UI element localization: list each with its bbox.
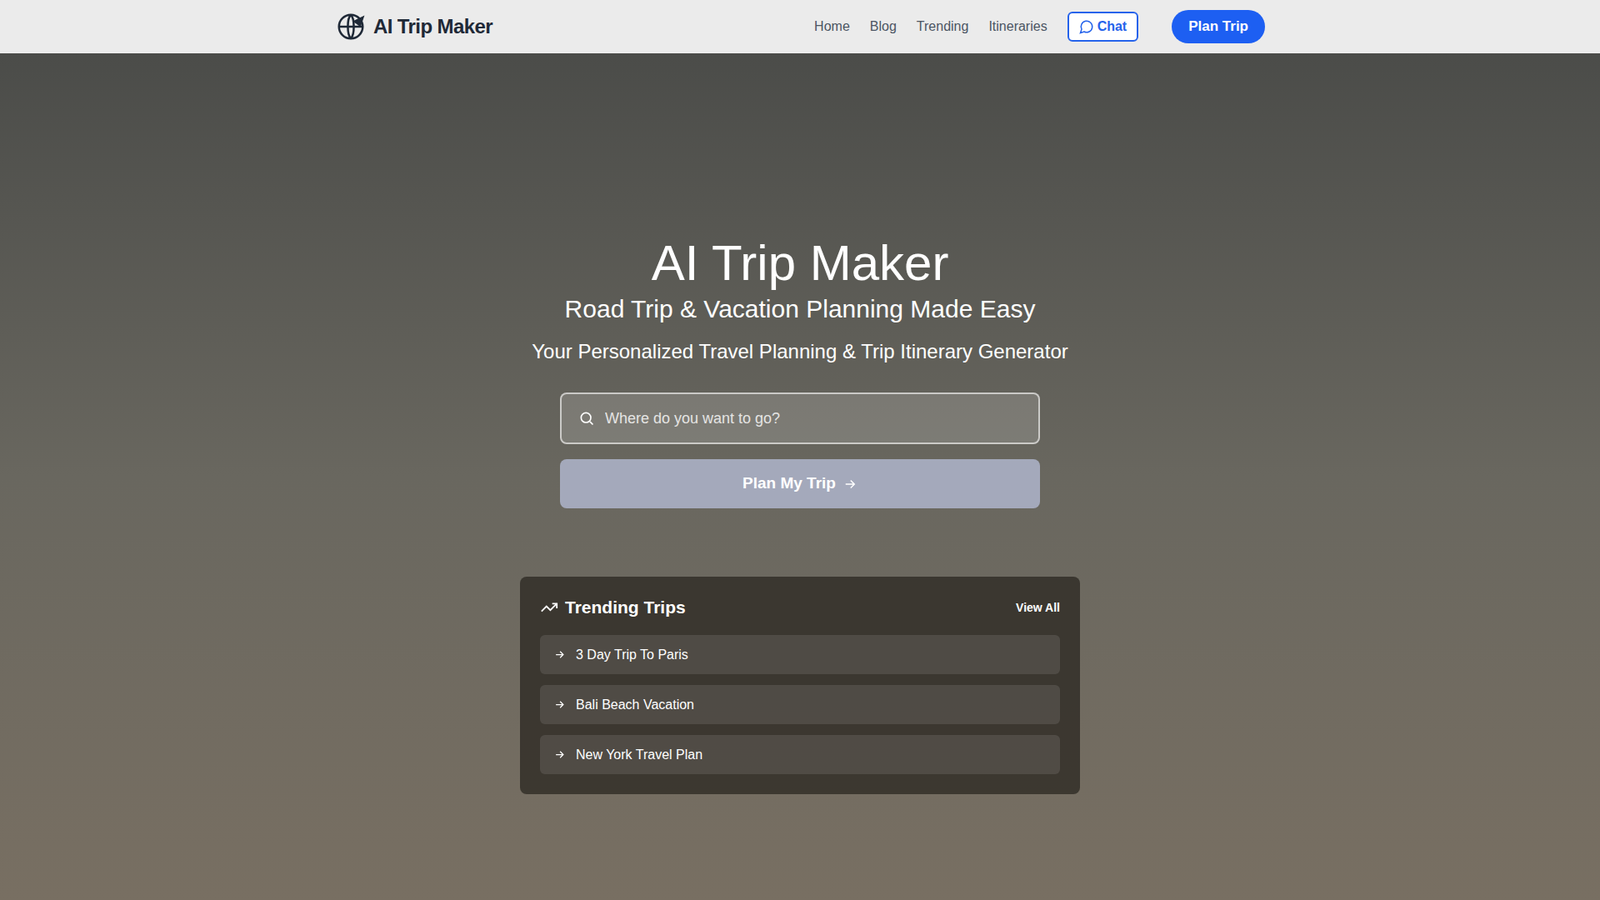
plan-trip-label: Plan Trip bbox=[1188, 18, 1249, 35]
view-all-link[interactable]: View All bbox=[1015, 599, 1060, 617]
trending-title: Trending Trips bbox=[565, 594, 686, 621]
nav-link[interactable]: Trending bbox=[916, 16, 970, 37]
chat-bubble-icon bbox=[1079, 19, 1095, 35]
plan-my-trip-button[interactable]: Plan My Trip bbox=[560, 459, 1040, 509]
hero-tagline: Your Personalized Travel Planning & Trip… bbox=[531, 339, 1068, 365]
arrow-right-icon bbox=[553, 698, 566, 711]
nav-links: Home Blog Trending Itineraries Chat Plan… bbox=[814, 10, 1265, 44]
top-nav: AI Trip Maker Home Blog Trending Itinera… bbox=[0, 0, 1600, 54]
trending-card: Trending Trips View All 3 Day Trip To Pa… bbox=[520, 576, 1080, 795]
trending-item[interactable]: Bali Beach Vacation bbox=[540, 685, 1060, 725]
nav-link[interactable]: Home bbox=[814, 16, 850, 37]
nav-link[interactable]: Blog bbox=[870, 16, 897, 37]
trending-item-label: New York Travel Plan bbox=[575, 745, 703, 765]
trending-up-icon bbox=[540, 598, 559, 617]
hero-title: AI Trip Maker bbox=[651, 235, 950, 291]
hero-subtitle: Road Trip & Vacation Planning Made Easy bbox=[565, 294, 1036, 325]
trending-item[interactable]: 3 Day Trip To Paris bbox=[540, 635, 1060, 675]
brand-name[interactable]: AI Trip Maker bbox=[373, 11, 493, 42]
plan-trip-button[interactable]: Plan Trip bbox=[1171, 10, 1265, 44]
chat-button[interactable]: Chat bbox=[1067, 11, 1140, 42]
chat-label: Chat bbox=[1097, 16, 1128, 37]
search-icon bbox=[578, 410, 595, 427]
plan-my-trip-label: Plan My Trip bbox=[742, 471, 836, 496]
trending-list: 3 Day Trip To Paris Bali Beach Vacation … bbox=[540, 635, 1060, 775]
trending-item[interactable]: New York Travel Plan bbox=[540, 735, 1060, 775]
arrow-right-icon bbox=[553, 648, 566, 661]
brand-logo[interactable]: AI Trip Maker bbox=[335, 10, 493, 43]
search-input[interactable] bbox=[605, 407, 1022, 430]
hero: AI Trip Maker Road Trip & Vacation Plann… bbox=[0, 53, 1600, 900]
globe-plane-icon bbox=[335, 10, 367, 43]
arrow-right-icon bbox=[553, 748, 566, 761]
search-box bbox=[560, 392, 1040, 445]
arrow-right-icon bbox=[842, 476, 858, 492]
trending-item-label: Bali Beach Vacation bbox=[575, 695, 695, 715]
nav-link[interactable]: Itineraries bbox=[988, 16, 1047, 37]
trending-item-label: 3 Day Trip To Paris bbox=[575, 645, 689, 665]
